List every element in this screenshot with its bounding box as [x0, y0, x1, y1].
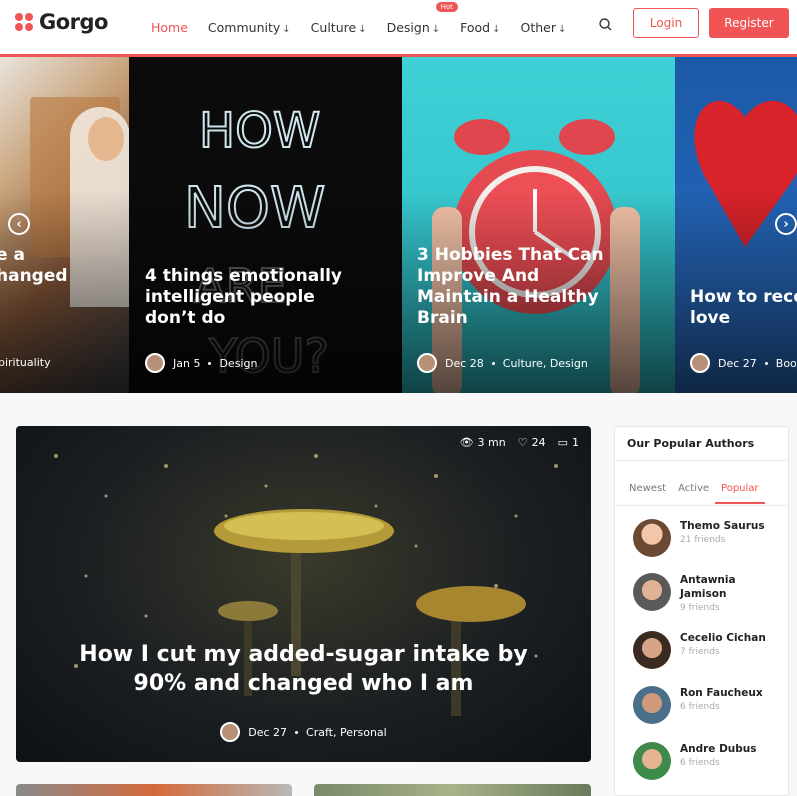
arrow-right-circle-icon[interactable]: ›	[775, 213, 797, 235]
tab-active[interactable]: Active	[672, 479, 715, 504]
logo-icon	[15, 12, 34, 32]
slide-card[interactable]: 3 Hobbies That Can Improve And Maintain …	[402, 57, 675, 393]
brand-name: Gorgo	[39, 10, 108, 34]
slide-date: Jan 5	[173, 356, 201, 370]
comment-icon: ▭	[557, 436, 568, 449]
slide-date: Dec 27	[718, 356, 757, 370]
avatar[interactable]	[633, 631, 671, 669]
chevron-down-icon: ↓	[431, 23, 441, 35]
heart-icon: ♡	[517, 436, 528, 449]
menu-item-other[interactable]: Other ↓	[521, 20, 567, 35]
menu-item-community[interactable]: Community ↓	[208, 20, 291, 35]
author-name[interactable]: Andre Dubus	[680, 742, 757, 756]
slide-card[interactable]: HOW NOW ARE YOU? 4 things emotionally in…	[129, 57, 402, 393]
author-friends: 21 friends	[680, 535, 726, 545]
slide-title[interactable]: 4 things emotionally intelligent people …	[145, 266, 395, 329]
author-friends: 6 friends	[680, 758, 720, 768]
slide-category[interactable]: Design	[219, 357, 257, 370]
chevron-down-icon: ↓	[358, 23, 367, 35]
avatar[interactable]	[633, 742, 671, 780]
author-item[interactable]: Cecelio Cichan 7 friends	[633, 631, 766, 669]
author-avatar[interactable]	[220, 722, 241, 742]
register-button[interactable]: Register	[709, 8, 789, 38]
author-tabs: Newest Active Popular	[623, 479, 765, 504]
hot-badge: Hot	[435, 1, 458, 12]
popular-authors-widget: Our Popular Authors Newest Active Popula…	[614, 426, 789, 796]
arrow-left-circle-icon[interactable]: ‹	[8, 213, 30, 235]
tab-popular[interactable]: Popular	[715, 479, 765, 504]
views-stat: 👁 3 mn	[459, 436, 506, 449]
author-avatar[interactable]	[145, 353, 165, 373]
avatar[interactable]	[633, 686, 671, 724]
author-item[interactable]: Ron Faucheux 6 friends	[633, 686, 763, 724]
eye-icon: 👁	[459, 436, 474, 449]
post-stats: 👁 3 mn ♡ 24 ▭ 1	[460, 436, 579, 449]
login-button[interactable]: Login	[633, 8, 699, 38]
author-friends: 7 friends	[680, 647, 720, 657]
post-date: Dec 27	[248, 725, 288, 739]
author-name[interactable]: Antawnia Jamison	[680, 573, 736, 601]
search-icon[interactable]	[596, 15, 616, 35]
svg-text:HOW: HOW	[199, 103, 320, 159]
menu-item-home[interactable]: Home	[151, 20, 188, 35]
slide-category[interactable]: Culture, Design	[503, 357, 588, 370]
author-item[interactable]: Antawnia Jamison 9 friends	[633, 573, 736, 613]
chevron-down-icon: ↓	[282, 23, 291, 35]
slide-category[interactable]: pirituality	[0, 356, 51, 369]
author-name[interactable]: Cecelio Cichan	[680, 631, 766, 645]
author-avatar[interactable]	[417, 353, 437, 373]
author-friends: 6 friends	[680, 702, 720, 712]
post-card-thumbnail[interactable]	[314, 784, 591, 796]
likes-stat[interactable]: ♡ 24	[518, 436, 546, 449]
top-navbar: Gorgo Home Community ↓ Culture ↓ Design ↓ Ho…	[0, 0, 797, 54]
menu-item-culture[interactable]: Culture ↓	[311, 20, 367, 35]
author-avatar[interactable]	[690, 353, 710, 373]
avatar[interactable]	[633, 573, 671, 611]
featured-title[interactable]: How I cut my added-sugar intake by 90% a…	[16, 640, 591, 698]
slide-title[interactable]: How to recog love	[690, 287, 797, 329]
author-item[interactable]: Andre Dubus 6 friends	[633, 742, 757, 780]
comments-stat[interactable]: ▭ 1	[558, 436, 579, 449]
chevron-down-icon: ↓	[492, 23, 501, 35]
author-name[interactable]: Ron Faucheux	[680, 686, 763, 700]
post-card-thumbnail[interactable]	[16, 784, 292, 796]
slide-category[interactable]: Boo	[776, 357, 797, 370]
author-item[interactable]: Themo Saurus 21 friends	[633, 519, 765, 557]
widget-title: Our Popular Authors	[627, 437, 755, 450]
chevron-down-icon: ↓	[558, 23, 567, 35]
featured-post[interactable]: 👁 3 mn ♡ 24 ▭ 1 How I cut my added-sugar in…	[16, 426, 591, 762]
featured-meta: Dec 27 Craft, Personal	[16, 722, 591, 742]
slide-title[interactable]: e a hanged	[0, 245, 129, 287]
slide-date: Dec 28	[445, 356, 484, 370]
post-category[interactable]: Craft, Personal	[306, 726, 387, 739]
slide-title[interactable]: 3 Hobbies That Can Improve And Maintain …	[417, 245, 667, 329]
avatar[interactable]	[633, 519, 671, 557]
logo[interactable]: Gorgo	[15, 10, 108, 34]
tab-newest[interactable]: Newest	[623, 479, 672, 504]
hero-slider: e a hanged pirituality HOW NOW ARE YOU? …	[0, 57, 797, 393]
menu-item-food[interactable]: Food ↓	[460, 20, 500, 35]
menu-item-design[interactable]: Design ↓ Hot	[387, 1, 458, 35]
main-menu: Home Community ↓ Culture ↓ Design ↓ Hot Food…	[151, 0, 586, 54]
author-name[interactable]: Themo Saurus	[680, 519, 765, 533]
author-friends: 9 friends	[680, 603, 720, 613]
